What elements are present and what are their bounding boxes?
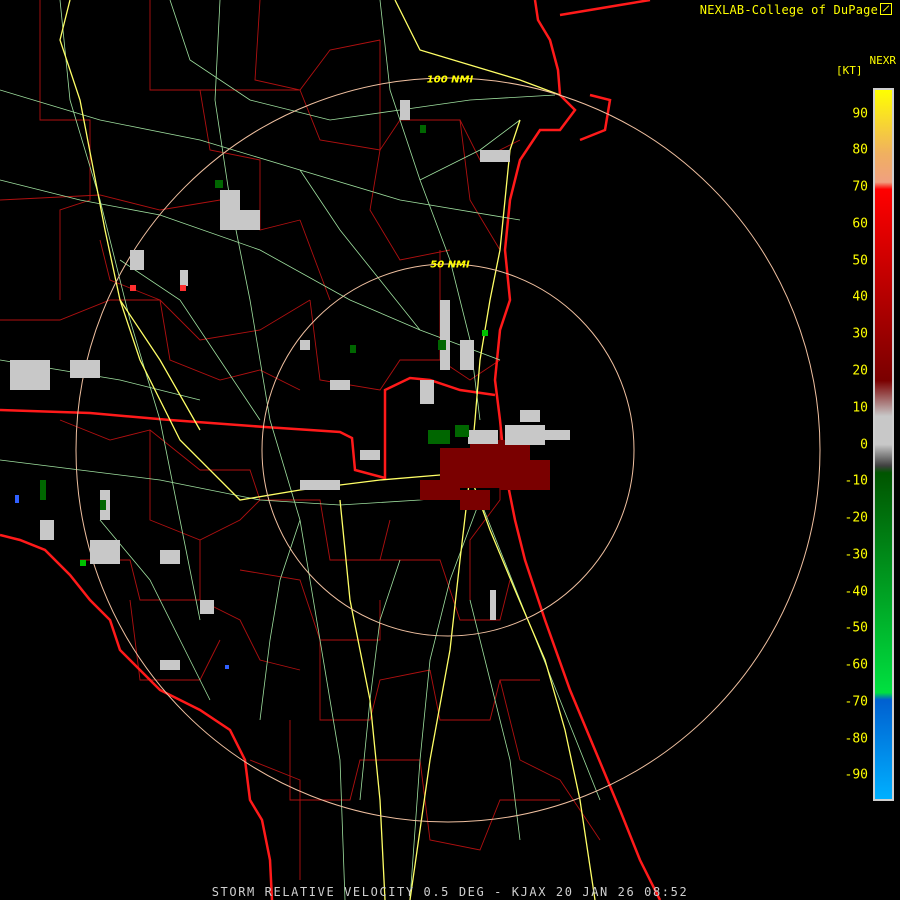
- colorbar-tick-label: 80: [852, 142, 868, 158]
- product-footer: STORM RELATIVE VELOCITY 0.5 DEG - KJAX 2…: [211, 885, 689, 899]
- colorbar-tick-label: 60: [852, 216, 868, 232]
- velocity-colorbar: [873, 88, 894, 801]
- ring-label-100: 100 NMI: [426, 74, 474, 86]
- colorbar-tick-label: -10: [844, 473, 868, 489]
- colorbar-tick-label: -90: [844, 767, 868, 783]
- colorbar-tick-label: -60: [844, 657, 868, 673]
- colorbar-tick-label: 10: [852, 400, 868, 416]
- credit-banner: NEXLAB-College of DuPage: [700, 3, 892, 17]
- credit-text: NEXLAB-College of DuPage: [699, 3, 878, 17]
- colorbar-tick-label: 0: [860, 437, 868, 452]
- radar-map: [0, 0, 821, 900]
- colorbar-tick-label: 20: [852, 363, 868, 379]
- product-label: NEXR: [869, 54, 897, 67]
- legend-unit: [KT]: [836, 64, 863, 77]
- colorbar-tick-label: -70: [844, 694, 868, 710]
- colorbar-tick-label: -80: [844, 731, 868, 747]
- colorbar-tick-label: -20: [844, 510, 868, 526]
- inbound-velocity-echoes: [40, 125, 469, 510]
- colorbar-tick-label: -50: [844, 620, 868, 636]
- strong-inbound-echoes: [80, 330, 488, 566]
- colorbar-tick-label: 90: [852, 106, 868, 122]
- colorbar-tick-label: 50: [852, 253, 868, 269]
- state-borders: [0, 0, 662, 900]
- external-link-icon: [880, 3, 892, 15]
- strong-outbound-echoes: [130, 285, 186, 291]
- colorbar-tick-label: -30: [844, 547, 868, 563]
- colorbar-tick-label: 40: [852, 289, 868, 305]
- colorbar-tick-label: -40: [844, 584, 868, 599]
- colorbar-tick-label: 30: [852, 326, 868, 342]
- ring-label-50: 50 NMI: [430, 259, 470, 271]
- colorbar-tick-label: 70: [852, 179, 868, 195]
